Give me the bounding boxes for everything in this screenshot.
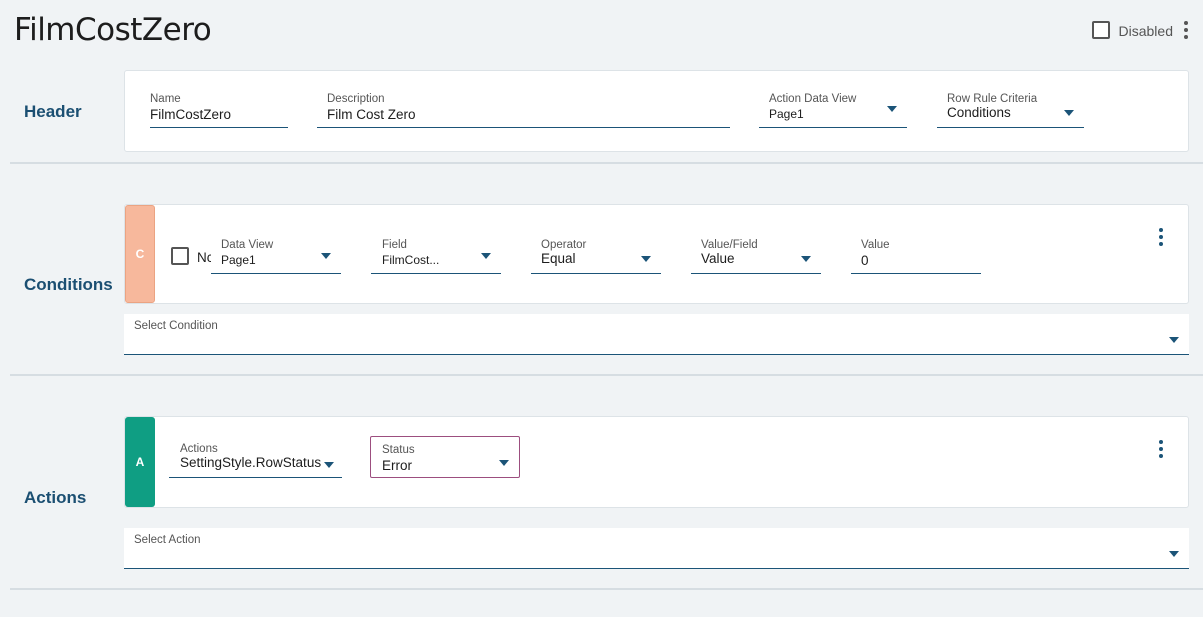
name-field-label: Name	[150, 93, 181, 105]
action-type-caret-down-icon[interactable]	[324, 462, 334, 468]
disabled-checkbox[interactable]	[1091, 20, 1110, 39]
action-type-select[interactable]: Actions SettingStyle.RowStatus	[169, 443, 342, 478]
condition-value-field-select[interactable]: Value/Field Value	[691, 239, 821, 274]
condition-operator-label: Operator	[541, 239, 587, 251]
section-divider	[10, 374, 1203, 376]
action-type-value: SettingStyle.RowStatus	[180, 455, 322, 470]
page-menu-kebab-icon[interactable]	[1181, 20, 1191, 39]
condition-value-value[interactable]: 0	[861, 253, 981, 268]
status-select[interactable]: Status Error	[370, 436, 520, 478]
field-caret-down-icon[interactable]	[481, 253, 491, 259]
select-condition-label: Select Condition	[134, 320, 218, 332]
row-rule-criteria-select[interactable]: Row Rule Criteria Conditions	[937, 93, 1084, 128]
section-divider	[10, 162, 1203, 164]
value-field-caret-down-icon[interactable]	[801, 256, 811, 262]
select-condition-dropdown[interactable]: Select Condition	[124, 314, 1189, 355]
disabled-label: Disabled	[1118, 23, 1173, 39]
not-checkbox[interactable]	[171, 247, 189, 265]
condition-field-label: Field	[382, 239, 407, 251]
actions-section-label: Actions	[24, 488, 87, 507]
row-rule-criteria-label: Row Rule Criteria	[947, 93, 1038, 105]
condition-value-field-label: Value/Field	[701, 239, 758, 251]
conditions-section-label: Conditions	[24, 275, 113, 294]
condition-data-view-select[interactable]: Data View Page1	[211, 239, 341, 274]
select-condition-caret-down-icon[interactable]	[1169, 337, 1179, 343]
section-divider	[10, 588, 1203, 590]
select-action-dropdown[interactable]: Select Action	[124, 528, 1189, 569]
condition-operator-select[interactable]: Operator Equal	[531, 239, 661, 274]
select-action-label: Select Action	[134, 534, 201, 546]
action-badge: A	[125, 417, 155, 507]
condition-data-view-label: Data View	[221, 239, 274, 251]
page-title: FilmCostZero	[14, 12, 212, 48]
disabled-toggle[interactable]: Disabled	[1091, 20, 1191, 39]
description-field-value[interactable]: Film Cost Zero	[327, 107, 730, 122]
header-card: Name FilmCostZero Description Film Cost …	[124, 70, 1189, 152]
condition-badge: C	[125, 205, 155, 303]
select-action-caret-down-icon[interactable]	[1169, 551, 1179, 557]
action-data-view-caret-down-icon[interactable]	[887, 106, 897, 112]
action-card: A Actions SettingStyle.RowStatus Status …	[124, 416, 1189, 508]
data-view-caret-down-icon[interactable]	[321, 253, 331, 259]
action-data-view-select[interactable]: Action Data View Page1	[759, 93, 907, 128]
status-label: Status	[382, 444, 415, 456]
description-field-label: Description	[327, 93, 385, 105]
action-type-label: Actions	[180, 443, 218, 455]
name-field-value[interactable]: FilmCostZero	[150, 107, 288, 122]
condition-card: C Nc Data View Page1 Field FilmCost... O…	[124, 204, 1189, 304]
operator-caret-down-icon[interactable]	[641, 256, 651, 262]
row-rule-criteria-caret-down-icon[interactable]	[1064, 110, 1074, 116]
header-section-label: Header	[24, 102, 82, 121]
action-menu-kebab-icon[interactable]	[1156, 440, 1166, 458]
action-data-view-label: Action Data View	[769, 93, 857, 105]
condition-field-select[interactable]: Field FilmCost...	[371, 239, 501, 274]
description-field[interactable]: Description Film Cost Zero	[317, 93, 730, 128]
condition-menu-kebab-icon[interactable]	[1156, 228, 1166, 246]
condition-value-label: Value	[861, 239, 890, 251]
condition-value-input[interactable]: Value 0	[851, 239, 981, 274]
not-label: Nc	[197, 250, 211, 265]
name-field[interactable]: Name FilmCostZero	[150, 93, 288, 128]
status-caret-down-icon[interactable]	[499, 460, 509, 466]
status-value: Error	[382, 458, 412, 473]
